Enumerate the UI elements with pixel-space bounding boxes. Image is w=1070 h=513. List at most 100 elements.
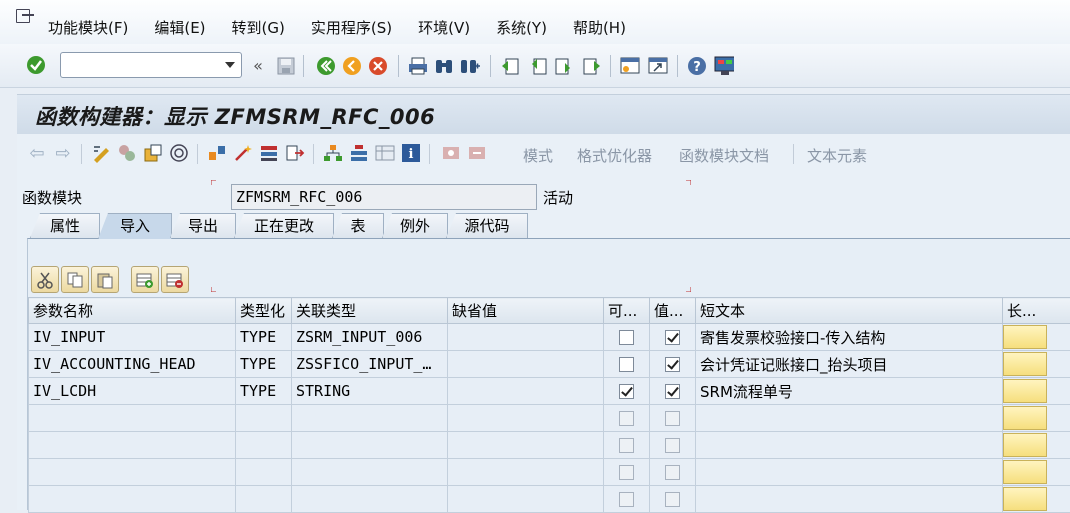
col-header-default-value[interactable]: 缺省值 <box>448 298 604 324</box>
default-value-cell[interactable] <box>448 324 604 351</box>
table-row[interactable] <box>29 405 1070 432</box>
pass-value-cell[interactable] <box>650 432 696 459</box>
pass-value-cell[interactable] <box>650 324 696 351</box>
long-text-cell[interactable] <box>1003 459 1070 486</box>
typing-cell[interactable]: TYPE <box>236 351 292 378</box>
next-page-icon[interactable] <box>554 56 574 76</box>
default-value-cell[interactable] <box>448 405 604 432</box>
col-header-optional[interactable]: 可... <box>604 298 650 324</box>
menu-edit[interactable]: 编辑(E) <box>154 7 205 38</box>
col-header-long-text[interactable]: 长... <box>1003 298 1070 324</box>
paste-button[interactable] <box>91 266 119 293</box>
pass-value-checkbox[interactable] <box>665 384 680 399</box>
magic-wand-icon[interactable] <box>233 143 253 163</box>
check-object-icon[interactable] <box>143 143 163 163</box>
typing-cell[interactable] <box>236 432 292 459</box>
copy-button[interactable] <box>61 266 89 293</box>
long-text-button[interactable] <box>1003 487 1047 511</box>
menu-utilities[interactable]: 实用程序(S) <box>311 7 392 38</box>
short-text-cell[interactable]: 会计凭证记账接口_抬头项目 <box>696 351 1003 378</box>
pass-value-checkbox[interactable] <box>665 330 680 345</box>
first-page-icon[interactable] <box>500 56 520 76</box>
optional-checkbox[interactable] <box>619 330 634 345</box>
tab-attributes[interactable]: 属性 <box>30 213 100 238</box>
assoc-type-cell[interactable]: ZSSFICO_INPUT_… <box>292 351 448 378</box>
system-menu-icon[interactable] <box>16 9 30 23</box>
param-name-cell[interactable] <box>29 486 236 513</box>
save-icon[interactable] <box>276 56 296 76</box>
menu-function-module[interactable]: 功能模块(F) <box>48 7 128 38</box>
pass-value-checkbox[interactable] <box>665 357 680 372</box>
menu-help[interactable]: 帮助(H) <box>573 7 626 38</box>
object-list-icon[interactable] <box>207 143 227 163</box>
table-row[interactable] <box>29 432 1070 459</box>
pretty-printer-button[interactable]: 格式优化器 <box>577 145 652 166</box>
command-field[interactable] <box>60 52 242 78</box>
assoc-type-cell[interactable] <box>292 486 448 513</box>
menu-system[interactable]: 系统(Y) <box>496 7 547 38</box>
long-text-button[interactable] <box>1003 352 1047 376</box>
tab-source-code[interactable]: 源代码 <box>446 213 528 238</box>
chevron-down-icon[interactable] <box>225 62 235 68</box>
find-next-icon[interactable] <box>460 56 480 76</box>
col-header-short-text[interactable]: 短文本 <box>696 298 1003 324</box>
param-name-cell[interactable]: IV_ACCOUNTING_HEAD <box>29 351 236 378</box>
short-text-cell[interactable] <box>696 432 1003 459</box>
typing-cell[interactable] <box>236 405 292 432</box>
assoc-type-cell[interactable] <box>292 432 448 459</box>
delete-row-button[interactable] <box>161 266 189 293</box>
arrow-left-icon[interactable]: ⇦ <box>27 144 47 164</box>
optional-cell[interactable] <box>604 459 650 486</box>
help-icon[interactable]: ? <box>687 56 707 76</box>
hierarchy-icon[interactable] <box>323 143 343 163</box>
assoc-type-cell[interactable]: STRING <box>292 378 448 405</box>
long-text-cell[interactable] <box>1003 432 1070 459</box>
table-row[interactable]: IV_ACCOUNTING_HEADTYPEZSSFICO_INPUT_… 会计凭… <box>29 351 1070 378</box>
info-icon[interactable]: i <box>401 143 421 163</box>
customize-layout-icon[interactable] <box>714 56 734 76</box>
assoc-type-cell[interactable] <box>292 459 448 486</box>
default-value-cell[interactable] <box>448 486 604 513</box>
table-view-icon[interactable] <box>375 143 395 163</box>
optional-cell[interactable] <box>604 351 650 378</box>
typing-cell[interactable] <box>236 486 292 513</box>
previous-page-icon[interactable] <box>528 56 548 76</box>
short-text-cell[interactable] <box>696 405 1003 432</box>
optional-checkbox[interactable] <box>619 357 634 372</box>
col-header-assoc-type[interactable]: 关联类型 <box>292 298 448 324</box>
long-text-button[interactable] <box>1003 325 1047 349</box>
param-name-cell[interactable] <box>29 459 236 486</box>
typing-cell[interactable]: TYPE <box>236 324 292 351</box>
optional-cell[interactable] <box>604 378 650 405</box>
insert-row-button[interactable] <box>131 266 159 293</box>
structure-icon[interactable] <box>349 143 369 163</box>
find-icon[interactable] <box>434 56 454 76</box>
pass-value-cell[interactable] <box>650 459 696 486</box>
back-icon[interactable] <box>316 56 336 76</box>
stack-icon[interactable] <box>259 143 279 163</box>
long-text-button[interactable] <box>1003 460 1047 484</box>
col-header-typing[interactable]: 类型化 <box>236 298 292 324</box>
assoc-type-cell[interactable] <box>292 405 448 432</box>
activate-icon[interactable] <box>117 143 137 163</box>
long-text-cell[interactable] <box>1003 378 1070 405</box>
long-text-cell[interactable] <box>1003 324 1070 351</box>
default-value-cell[interactable] <box>448 378 604 405</box>
table-row[interactable]: IV_LCDHTYPESTRINGSRM流程单号 <box>29 378 1070 405</box>
cancel-icon[interactable] <box>368 56 388 76</box>
arrow-right-icon[interactable]: ⇨ <box>53 144 73 164</box>
long-text-cell[interactable] <box>1003 351 1070 378</box>
table-row[interactable]: IV_INPUTTYPEZSRM_INPUT_006寄售发票校验接口-传入结构 <box>29 324 1070 351</box>
typing-cell[interactable]: TYPE <box>236 378 292 405</box>
navigate-icon[interactable] <box>285 143 305 163</box>
display-change-icon[interactable] <box>91 143 111 163</box>
short-text-cell[interactable] <box>696 459 1003 486</box>
long-text-button[interactable] <box>1003 379 1047 403</box>
long-text-button[interactable] <box>1003 433 1047 457</box>
param-name-cell[interactable] <box>29 432 236 459</box>
optional-cell[interactable] <box>604 324 650 351</box>
function-module-field[interactable]: ZFMSRM_RFC_006 <box>231 184 537 210</box>
assoc-type-cell[interactable]: ZSRM_INPUT_006 <box>292 324 448 351</box>
enter-check-icon[interactable] <box>26 55 46 75</box>
shortcut-icon[interactable] <box>648 56 668 76</box>
